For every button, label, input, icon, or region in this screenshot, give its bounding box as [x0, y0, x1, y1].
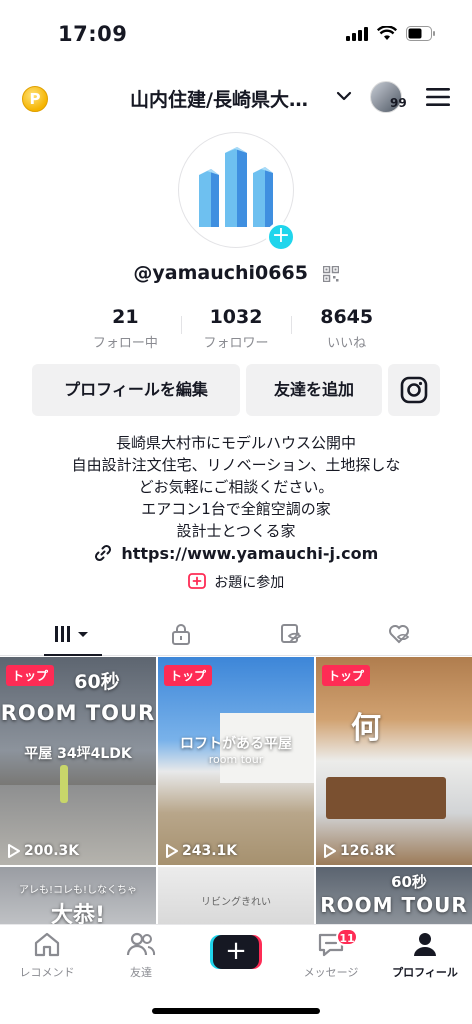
video-overlay-text: ロフトがある平屋 — [180, 736, 292, 752]
view-count: 200.3K — [8, 843, 79, 859]
menu-icon[interactable] — [426, 86, 450, 108]
video-tile[interactable]: トップ 60秒 ROOM TOUR 平屋 34坪4LDK 200.3K — [0, 657, 156, 865]
view-count-value: 126.8K — [340, 843, 396, 859]
profile-stats: 21 フォロー中 1032 フォロワー 8645 いいね — [70, 306, 402, 352]
stat-likes[interactable]: 8645 いいね — [291, 306, 402, 352]
profile-tabs — [0, 612, 472, 656]
active-tab-indicator — [44, 654, 102, 656]
message-count-badge: 11 — [336, 928, 358, 946]
nav-profile[interactable]: プロフィール — [378, 931, 472, 980]
video-overlay-text: 平屋 34坪4LDK — [24, 746, 132, 762]
play-icon — [324, 844, 336, 858]
video-tile[interactable]: リビングきれい — [158, 867, 314, 927]
nav-label: レコメンド — [19, 966, 75, 979]
add-friend-button[interactable]: 友達を追加 — [246, 364, 382, 416]
website-link-row[interactable]: https://www.yamauchi-j.com — [0, 544, 472, 563]
username: @yamauchi0665 — [133, 262, 308, 284]
home-icon — [34, 932, 60, 957]
nav-label: 友達 — [130, 966, 152, 979]
video-overlay-text: room tour — [208, 753, 264, 766]
link-icon — [94, 544, 111, 562]
view-count-value: 200.3K — [24, 843, 80, 859]
nav-home[interactable]: レコメンド — [0, 931, 94, 980]
tab-private[interactable] — [122, 612, 240, 656]
video-tile[interactable]: トップ ロフトがある平屋 room tour 243.1K — [158, 657, 314, 865]
video-tile[interactable]: トップ 何 126.8K — [316, 657, 472, 865]
bio-line: 自由設計注文住宅、リノベーション、土地探しな — [71, 456, 401, 474]
nav-label: プロフィール — [392, 966, 458, 979]
battery-icon — [406, 26, 435, 41]
wifi-icon — [377, 26, 397, 40]
video-overlay-text: リビングきれい — [201, 897, 271, 908]
hidden-reposts-icon — [281, 624, 302, 643]
stat-following[interactable]: 21 フォロー中 — [70, 306, 181, 352]
instagram-button[interactable] — [388, 364, 440, 416]
stat-followers[interactable]: 1032 フォロワー — [180, 306, 292, 352]
pinned-badge: トップ — [164, 665, 213, 686]
stat-number: 21 — [112, 306, 139, 328]
bio-line: どお気軽にご相談ください。 — [138, 478, 334, 496]
stat-label: いいね — [327, 336, 367, 351]
nav-inbox[interactable]: メッセージ — [284, 931, 378, 980]
stat-label: フォロー中 — [92, 336, 158, 351]
video-overlay-text: ROOM TOUR — [320, 893, 468, 917]
username-row: @yamauchi0665 — [0, 262, 472, 284]
profile-header: P 山内住建/長崎県大… 99 — [0, 76, 472, 120]
stat-number: 8645 — [320, 306, 374, 328]
add-topic-icon — [187, 573, 206, 589]
account-name[interactable]: 山内住建/長崎県大… — [130, 85, 330, 112]
tab-liked[interactable] — [340, 612, 458, 656]
plus-icon: + — [213, 935, 259, 969]
avatar-count-badge: 99 — [390, 96, 407, 110]
profile-icon — [414, 933, 436, 956]
video-tile[interactable]: 60秒 ROOM TOUR — [316, 867, 472, 927]
coin-icon[interactable]: P — [22, 86, 48, 112]
video-overlay-text: 大恭! — [50, 903, 106, 927]
view-count: 243.1K — [166, 843, 237, 859]
join-topic-row[interactable]: お題に参加 — [0, 572, 472, 592]
tab-reposts[interactable] — [232, 612, 350, 656]
website-link[interactable]: https://www.yamauchi-j.com — [121, 544, 378, 563]
friends-icon — [126, 932, 156, 956]
pinned-badge: トップ — [322, 665, 371, 686]
play-icon — [166, 844, 178, 858]
view-count-value: 243.1K — [182, 843, 238, 859]
bio-line: 長崎県大村市にモデルハウス公開中 — [115, 434, 356, 452]
video-overlay-text: 何 — [351, 711, 381, 746]
status-icons — [346, 26, 436, 41]
qr-code-icon[interactable] — [322, 265, 339, 282]
view-count: 126.8K — [324, 843, 395, 859]
edit-profile-button[interactable]: プロフィールを編集 — [32, 364, 240, 416]
status-bar: 17:09 — [0, 0, 472, 70]
video-overlay-text: アレも!コレも!しなくちゃ — [18, 885, 138, 896]
create-button[interactable]: + — [210, 935, 262, 969]
video-overlay-text: 60秒 — [74, 671, 120, 693]
stat-number: 1032 — [209, 306, 263, 328]
video-overlay-text: 60秒 — [391, 873, 427, 891]
bio: 長崎県大村市にモデルハウス公開中 自由設計注文住宅、リノベーション、土地探しな … — [0, 432, 472, 542]
bio-line: 設計士とつくる家 — [176, 522, 296, 540]
play-icon — [8, 844, 20, 858]
chevron-down-icon[interactable] — [336, 88, 352, 104]
join-topic-label: お題に参加 — [214, 575, 285, 591]
instagram-icon — [400, 376, 428, 404]
nav-label: メッセージ — [303, 966, 359, 979]
nav-friends[interactable]: 友達 — [94, 931, 188, 980]
lock-icon — [172, 624, 190, 645]
stat-label: フォロワー — [203, 336, 269, 351]
add-avatar-plus-icon[interactable]: + — [266, 222, 296, 252]
status-time: 17:09 — [58, 22, 128, 46]
tab-videos[interactable] — [14, 612, 132, 656]
home-indicator — [152, 1008, 320, 1014]
cellular-signal-icon — [346, 26, 368, 41]
hidden-likes-icon — [389, 625, 410, 644]
video-grid-icon — [55, 626, 88, 642]
bio-line: エアコン1台で全館空調の家 — [141, 500, 331, 518]
video-overlay-text: ROOM TOUR — [0, 701, 156, 725]
video-tile[interactable]: アレも!コレも!しなくちゃ 大恭! — [0, 867, 156, 927]
